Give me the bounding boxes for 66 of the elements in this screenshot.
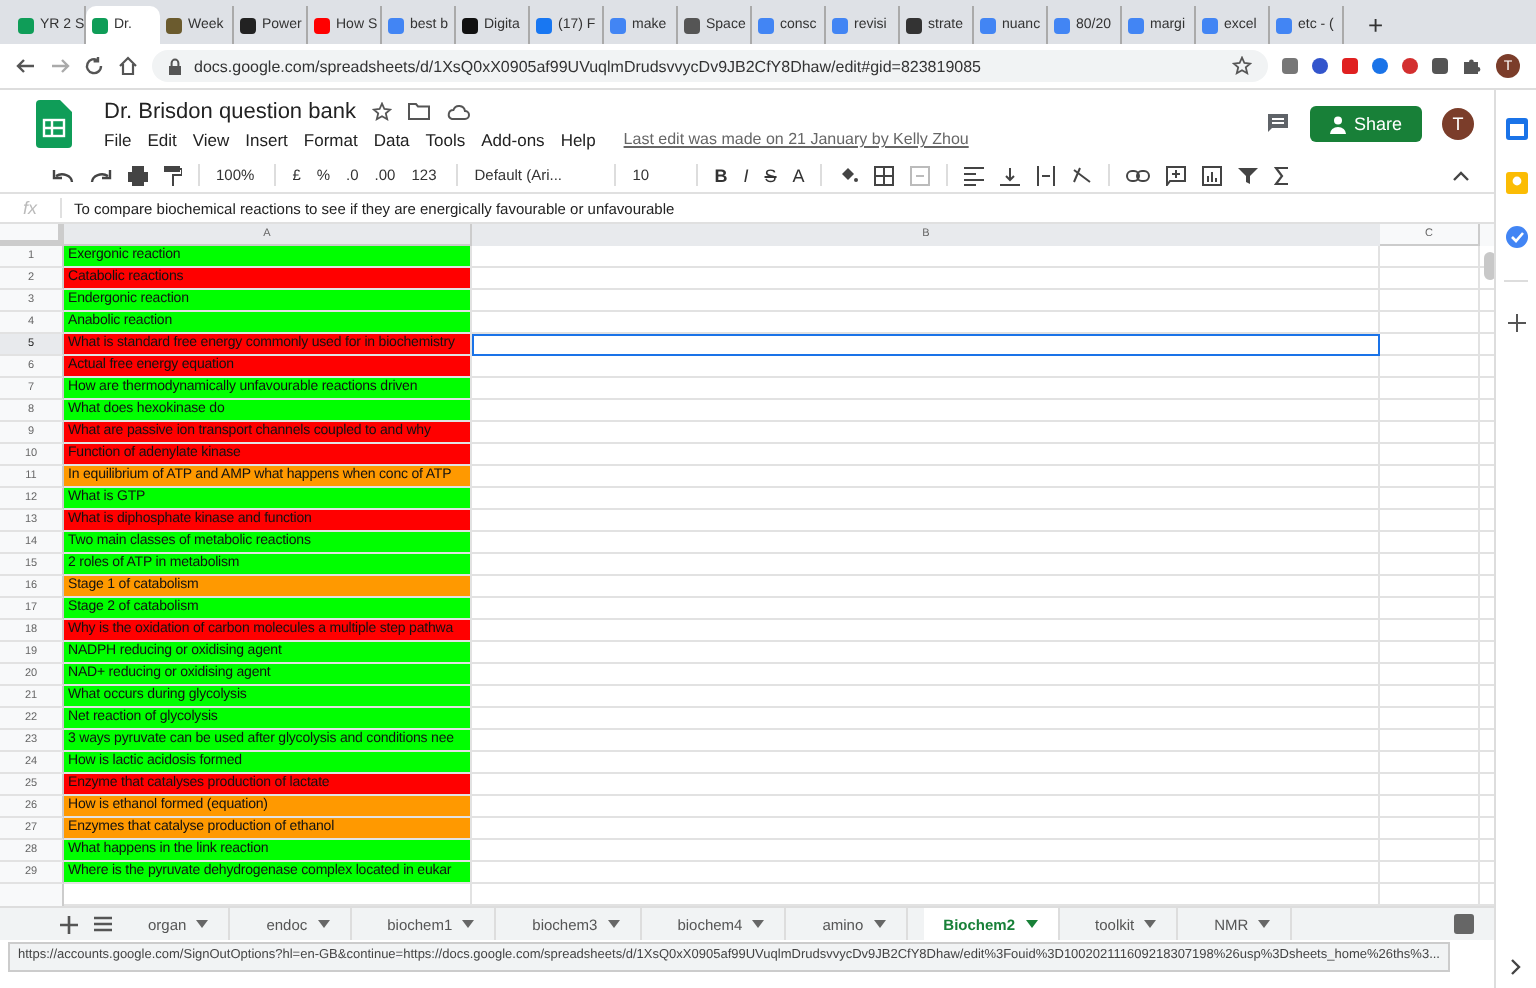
filter-icon[interactable] <box>1238 165 1259 185</box>
chevron-right-icon[interactable] <box>1510 958 1522 976</box>
caret-icon <box>607 920 620 928</box>
reload-icon[interactable] <box>84 56 104 76</box>
menu-item[interactable]: Edit <box>147 129 177 149</box>
star-icon[interactable] <box>371 101 392 121</box>
menu-item[interactable]: Tools <box>425 129 466 149</box>
folder-icon[interactable] <box>407 102 430 120</box>
add-icon[interactable] <box>1507 314 1525 332</box>
comment-icon[interactable] <box>1166 165 1187 185</box>
merge-cells-icon[interactable] <box>910 165 931 185</box>
person-icon <box>1329 115 1346 133</box>
formula-label: fx <box>0 198 62 218</box>
tasks-icon[interactable] <box>1505 226 1527 248</box>
sum-icon[interactable] <box>1274 165 1291 185</box>
address-field[interactable]: docs.google.com/spreadsheets/d/1XsQ0xX0905af99UVuqlmDrudsvvycDv9JB2CfY8Dhaw/edit#gid=823819085 <box>152 50 1268 82</box>
caret-icon <box>196 920 209 928</box>
caret-icon <box>1144 920 1157 928</box>
new-tab-button[interactable]: + <box>1360 6 1392 44</box>
borders-icon[interactable] <box>874 165 895 185</box>
menu-icon[interactable] <box>94 916 112 932</box>
comment-icon[interactable] <box>1265 112 1290 136</box>
menu-item[interactable]: Format <box>303 129 358 149</box>
menu-item[interactable]: Insert <box>245 129 288 149</box>
caret-icon <box>317 920 330 928</box>
menu-item[interactable]: Help <box>560 129 596 149</box>
align-icon[interactable] <box>964 165 985 185</box>
scrollbar-thumb[interactable] <box>1484 252 1494 280</box>
print-icon[interactable] <box>128 165 148 185</box>
vertical-align-icon[interactable] <box>1000 165 1021 185</box>
caret-icon <box>1258 920 1271 928</box>
menu-item[interactable]: Add-ons <box>481 129 545 149</box>
italic-button[interactable]: I <box>743 165 749 185</box>
share-button[interactable]: Share <box>1309 106 1422 142</box>
last-edit-link[interactable]: Last edit was made on 21 January by Kelly Zhou <box>623 130 969 148</box>
caret-icon <box>752 920 765 928</box>
redo-icon[interactable] <box>90 166 112 184</box>
fill-color-icon[interactable] <box>838 165 859 185</box>
text-color-button[interactable]: A <box>792 165 805 185</box>
selected-cell[interactable] <box>472 334 1380 356</box>
puzzle-icon[interactable] <box>1462 56 1482 76</box>
strikethrough-button[interactable]: S <box>764 165 777 185</box>
back-icon[interactable] <box>16 56 36 76</box>
undo-icon[interactable] <box>52 166 74 184</box>
collapse-icon[interactable] <box>1452 169 1470 181</box>
link-icon[interactable] <box>1126 167 1151 183</box>
home-icon[interactable] <box>118 56 138 76</box>
menu-item[interactable]: Data <box>373 129 410 149</box>
caret-icon <box>462 920 475 928</box>
cloud-icon[interactable] <box>445 103 470 119</box>
text-rotation-icon[interactable] <box>1072 165 1093 185</box>
caret-icon <box>1025 920 1038 928</box>
chart-icon[interactable] <box>1202 165 1223 185</box>
add-sheet-icon[interactable] <box>60 915 78 933</box>
menu-item[interactable]: View <box>192 129 230 149</box>
star-icon[interactable] <box>1232 56 1252 76</box>
paint-format-icon[interactable] <box>164 165 182 185</box>
menu-item[interactable]: File <box>104 129 132 149</box>
profile-avatar[interactable]: T <box>1442 108 1474 140</box>
caret-icon <box>873 920 886 928</box>
calendar-icon[interactable] <box>1505 118 1527 140</box>
bold-button[interactable]: B <box>714 165 728 185</box>
text-wrap-icon[interactable] <box>1036 165 1057 185</box>
lock-icon <box>168 57 182 75</box>
document-title[interactable]: Dr. Brisdon question bank <box>104 99 356 123</box>
sheets-logo-icon[interactable] <box>36 100 72 148</box>
